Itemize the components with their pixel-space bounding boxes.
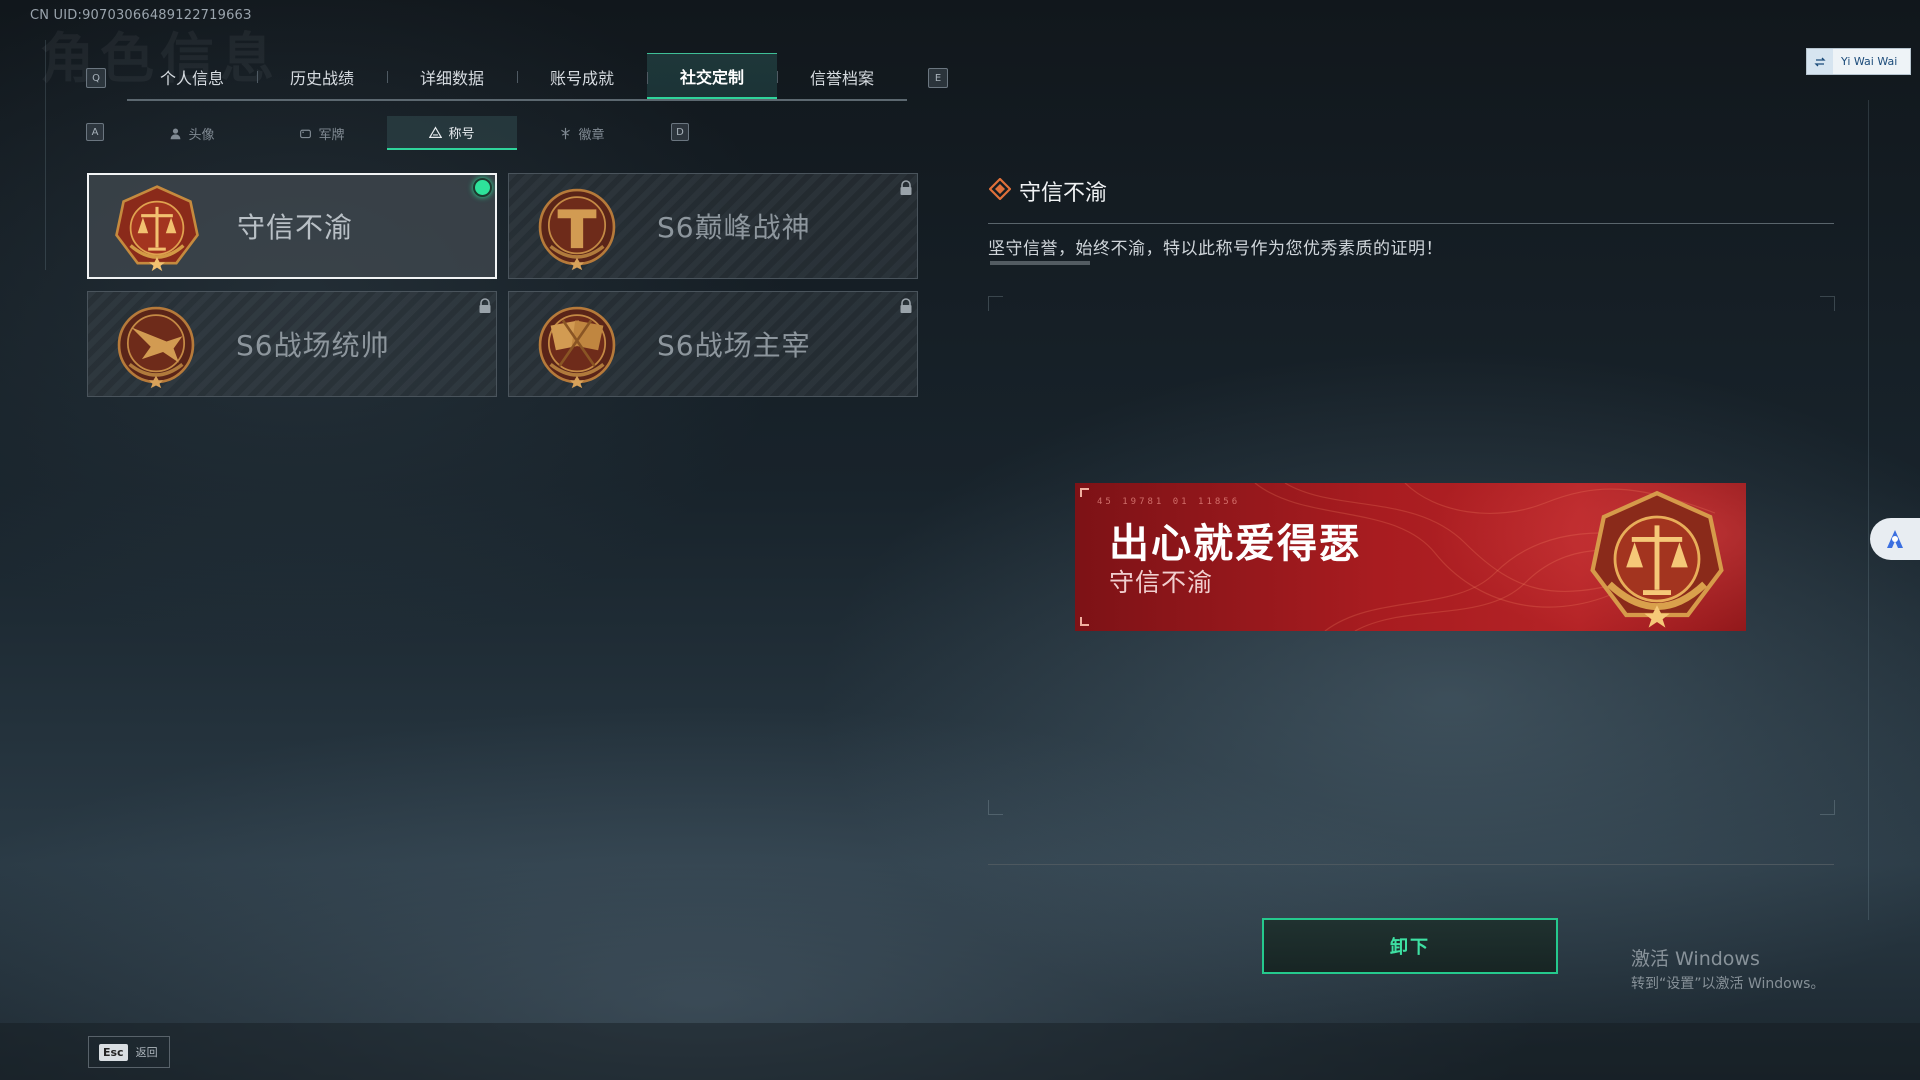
subtab-label: 徽章	[578, 127, 605, 143]
tab-prev-key[interactable]: Q	[86, 68, 106, 88]
activation-line-2: 转到“设置”以激活 Windows。	[1631, 976, 1825, 992]
decor-line	[1868, 100, 1869, 920]
back-label: 返回	[135, 1046, 158, 1059]
dogtag-icon	[300, 129, 312, 138]
subtab-label: 称号	[448, 126, 475, 142]
frame-corner	[1820, 296, 1835, 311]
back-button[interactable]: Esc 返回	[88, 1036, 170, 1068]
diamond-title-icon	[989, 178, 1011, 200]
subtab-avatar[interactable]: 头像	[127, 116, 257, 150]
activation-line-1: 激活 Windows	[1631, 948, 1760, 970]
scales-emblem-icon	[1590, 490, 1724, 628]
badge-icon	[561, 127, 571, 139]
title-card-s6-peak-god[interactable]: S6巅峰战神	[508, 173, 918, 279]
tab-next-key[interactable]: E	[928, 68, 948, 88]
subtab-prev-key[interactable]: A	[86, 123, 104, 141]
title-card-shouxinbuyu[interactable]: 守信不渝	[87, 173, 497, 279]
tab-detailed-data[interactable]: 详细数据	[387, 53, 517, 100]
user-uid: CN UID:9070306648912271966З	[30, 8, 252, 23]
title-icon	[429, 125, 443, 138]
decor-bar	[990, 261, 1090, 265]
title-card-name: S6战场主宰	[657, 329, 811, 362]
banner-title: 守信不渝	[1109, 568, 1214, 597]
detail-title: 守信不渝	[1019, 181, 1108, 206]
tab-history[interactable]: 历史战绩	[257, 53, 387, 100]
main-tabs: 个人信息 历史战绩 详细数据 账号成就 社交定制 信誉档案	[127, 53, 907, 100]
detail-description: 坚守信誉，始终不渝，特以此称号作为您优秀素质的证明！	[988, 239, 1443, 259]
banner-player-name: 出心就爱得瑟	[1109, 521, 1361, 567]
subtab-label: 头像	[188, 127, 215, 143]
tab-achievements[interactable]: 账号成就	[517, 53, 647, 100]
switch-icon	[1807, 49, 1833, 74]
detail-bottom-divider	[988, 864, 1834, 865]
subtab-label: 军牌	[318, 127, 345, 143]
tab-personal-info[interactable]: 个人信息	[127, 53, 257, 100]
user-pill[interactable]: Yi Wai Wai	[1806, 48, 1911, 75]
scales-emblem-icon	[115, 185, 199, 272]
assistant-side-button[interactable]	[1870, 518, 1920, 560]
subtab-dogtag[interactable]: 军牌	[257, 116, 387, 150]
tab-social-customization[interactable]: 社交定制	[647, 53, 777, 100]
frame-corner	[1820, 800, 1835, 815]
title-banner-preview: 45 19781 01 11856 出心就爱得瑟 守信不渝	[1075, 483, 1746, 631]
lock-icon	[479, 298, 491, 313]
equipped-indicator	[473, 178, 492, 197]
lock-icon	[900, 180, 912, 195]
title-card-name: S6战场统帅	[236, 329, 390, 362]
tabs-divider	[127, 99, 907, 101]
t-shield-emblem-icon	[538, 188, 616, 271]
frame-corner	[988, 296, 1003, 311]
detail-divider	[988, 223, 1834, 224]
jet-emblem-icon	[117, 306, 195, 389]
unequip-button[interactable]: 卸下	[1262, 918, 1558, 974]
esc-key: Esc	[99, 1043, 128, 1061]
bottom-bar	[0, 1023, 1920, 1080]
user-name: Yi Wai Wai	[1841, 55, 1898, 68]
decor-line	[45, 40, 46, 270]
title-card-name: S6巅峰战神	[657, 211, 811, 244]
sub-tabs: 头像 军牌 称号 徽章	[127, 116, 647, 150]
lock-icon	[900, 298, 912, 313]
subtab-next-key[interactable]: D	[671, 123, 689, 141]
title-card-s6-dominator[interactable]: S6战场主宰	[508, 291, 918, 397]
windows-activation-watermark: 激活 Windows 转到“设置”以激活 Windows。	[1631, 944, 1824, 993]
title-card-s6-commander[interactable]: S6战场统帅	[87, 291, 497, 397]
subtab-badge[interactable]: 徽章	[517, 116, 647, 150]
frame-corner	[988, 800, 1003, 815]
crossed-flags-emblem-icon	[538, 306, 616, 389]
assistant-icon	[1887, 530, 1903, 548]
subtab-title[interactable]: 称号	[387, 116, 517, 150]
banner-code: 45 19781 01 11856	[1097, 497, 1241, 507]
tab-reputation[interactable]: 信誉档案	[777, 53, 907, 100]
person-icon	[171, 127, 181, 139]
title-card-name: 守信不渝	[237, 211, 354, 244]
